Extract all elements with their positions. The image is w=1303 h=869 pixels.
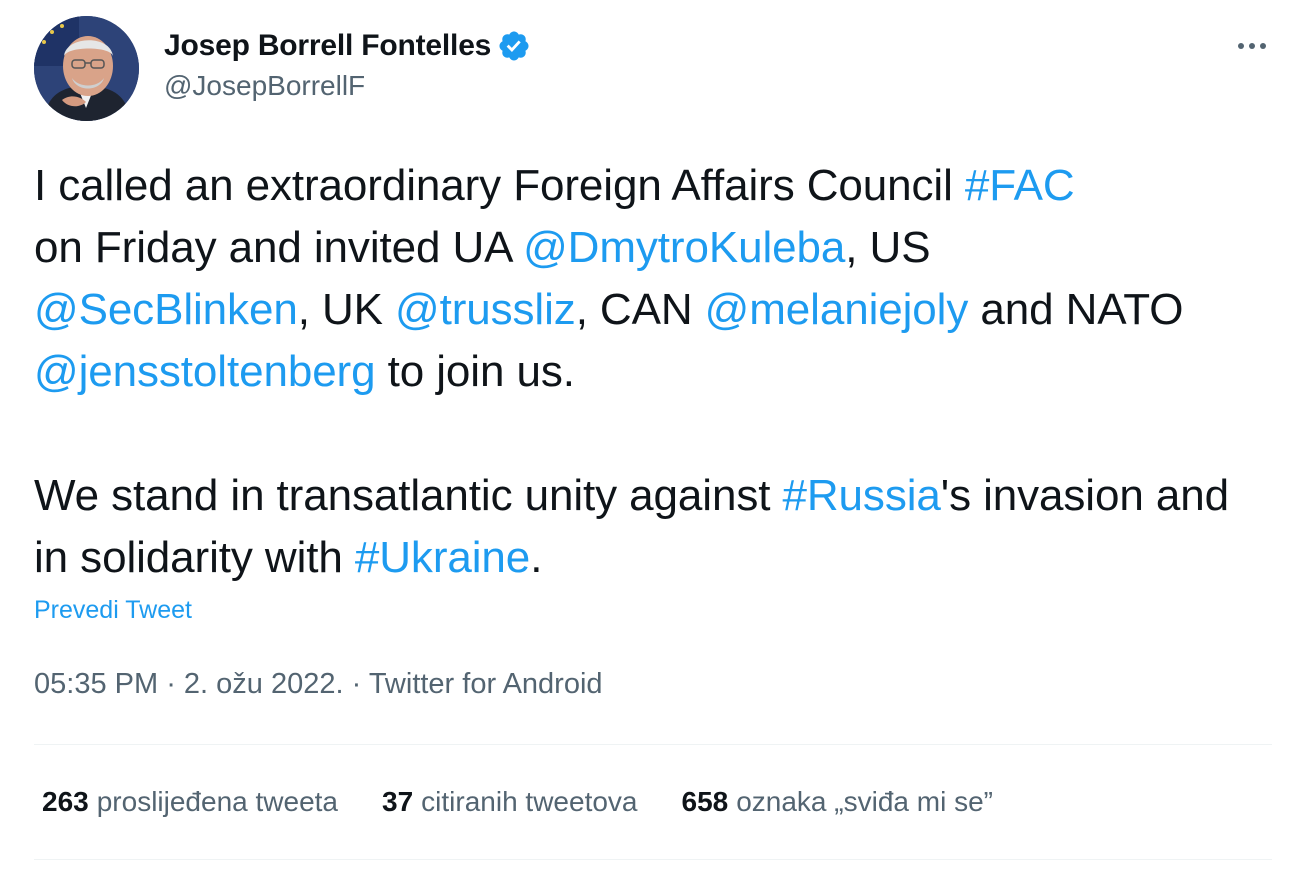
tweet-text-segment: We stand in transatlantic unity against [34,471,783,520]
hashtag-link-ukraine[interactable]: #Ukraine [355,533,530,582]
tweet-source-link[interactable]: Twitter for Android [369,668,603,700]
translate-tweet-link[interactable]: Prevedi Tweet [34,596,192,625]
author-handle[interactable]: @JosepBorrellF [164,70,365,102]
tweet-text-segment: I called an extraordinary Foreign Affair… [34,161,965,210]
quotes-count: 37 [382,786,414,817]
mention-link-blinken[interactable]: @SecBlinken [34,285,298,334]
retweets-label: proslijeđena tweeta [96,786,338,817]
mention-link-truss[interactable]: @trussliz [395,285,576,334]
tweet-text: I called an extraordinary Foreign Affair… [34,155,1274,589]
tweet-paragraph-2: We stand in transatlantic unity against … [34,465,1274,589]
more-dots-icon [1238,43,1266,49]
avatar[interactable] [34,16,139,121]
retweets-stat[interactable]: 263 proslijeđena tweeta [42,786,338,818]
mention-link-joly[interactable]: @melaniejoly [705,285,969,334]
likes-label: oznaka „sviđa mi se” [736,786,993,817]
tweet-text-segment: on Friday and invited UA [34,223,524,272]
tweet-text-segment: and NATO [968,285,1184,334]
tweet-time[interactable]: 05:35 PM [34,668,158,700]
more-options-button[interactable] [1230,30,1274,62]
hashtag-link-fac[interactable]: #FAC [965,161,1075,210]
tweet-text-segment: . [530,533,543,582]
tweet-date[interactable]: 2. ožu 2022. [184,668,344,700]
tweet-text-segment: , US [845,223,931,272]
likes-count: 658 [681,786,729,817]
meta-separator: · [343,668,369,700]
hashtag-link-russia[interactable]: #Russia [783,471,941,520]
tweet-text-segment: , CAN [575,285,705,334]
retweets-count: 263 [42,786,89,817]
likes-stat[interactable]: 658 oznaka „sviđa mi se” [682,786,993,818]
meta-separator: · [158,668,184,700]
tweet-text-segment: to join us. [375,347,575,396]
divider-top [34,744,1272,745]
author-display-name[interactable]: Josep Borrell Fontelles [164,29,491,63]
quotes-stat[interactable]: 37 citiranih tweetova [382,786,638,818]
mention-link-stoltenberg[interactable]: @jensstoltenberg [34,347,376,396]
tweet-stats: 263 proslijeđena tweeta 37 citiranih twe… [42,782,993,822]
avatar-image [34,16,139,121]
divider-bottom [34,859,1272,860]
tweet-text-segment: , UK [297,285,396,334]
verified-badge-icon [497,29,531,63]
tweet-meta: 05:35 PM · 2. ožu 2022. · Twitter for An… [34,668,603,701]
tweet-paragraph-1: I called an extraordinary Foreign Affair… [34,155,1274,403]
quotes-label: citiranih tweetova [421,786,638,817]
author-name-row: Josep Borrell Fontelles [164,26,531,66]
mention-link-kuleba[interactable]: @DmytroKuleba [523,223,845,272]
